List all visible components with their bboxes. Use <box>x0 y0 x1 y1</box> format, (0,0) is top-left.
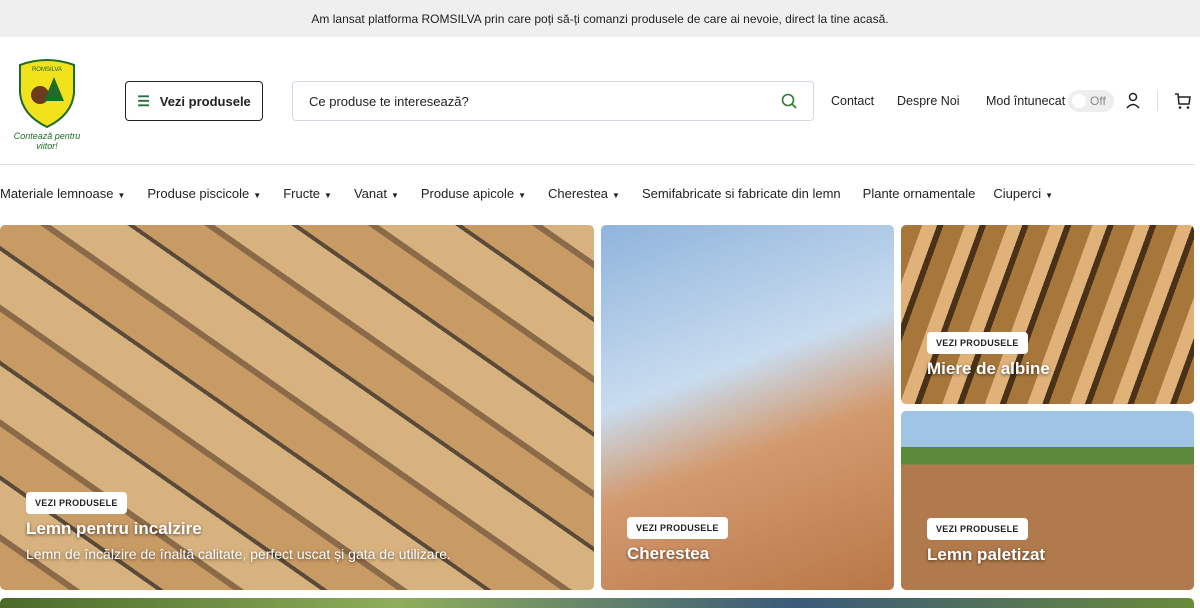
tile-lumber[interactable]: VEZI PRODUSELE Cherestea <box>601 225 894 590</box>
contact-link[interactable]: Contact <box>831 94 874 108</box>
category-fructe[interactable]: Fructe ▼ <box>283 186 332 201</box>
tile-pallet[interactable]: VEZI PRODUSELE Lemn paletizat <box>901 411 1194 590</box>
view-products-button[interactable]: VEZI PRODUSELE <box>927 332 1028 354</box>
caret-down-icon: ▼ <box>117 191 126 200</box>
tile-title: Lemn paletizat <box>927 545 1046 564</box>
view-products-button[interactable]: VEZI PRODUSELE <box>927 518 1028 540</box>
about-link[interactable]: Despre Noi <box>897 94 960 108</box>
category-produse-piscicole[interactable]: Produse piscicole ▼ <box>147 186 261 201</box>
tile-title: Cherestea <box>627 544 710 563</box>
view-products-button[interactable]: ☰ Vezi produsele <box>125 81 263 121</box>
romsilva-shield-icon: ROMSILVA <box>19 59 75 129</box>
category-vanat[interactable]: Vanat ▼ <box>354 186 399 201</box>
category-plante-ornamentale[interactable]: Plante ornamentale <box>863 186 976 201</box>
slogan: Contează pentru viitor! <box>13 131 81 151</box>
category-produse-apicole[interactable]: Produse apicole ▼ <box>421 186 526 201</box>
next-banner-image <box>0 598 1194 608</box>
user-icon[interactable] <box>1125 92 1141 110</box>
view-products-button[interactable]: VEZI PRODUSELE <box>26 492 127 514</box>
divider <box>1157 91 1158 111</box>
toggle-knob <box>1072 94 1086 108</box>
category-semifabricate[interactable]: Semifabricate si fabricate din lemn <box>642 186 841 201</box>
logo[interactable]: ROMSILVA Contează pentru viitor! <box>4 57 90 151</box>
tile-honey[interactable]: VEZI PRODUSELE Miere de albine <box>901 225 1194 404</box>
tile-firewood[interactable]: VEZI PRODUSELE Lemn pentru incalzire Lem… <box>0 225 594 590</box>
caret-down-icon: ▼ <box>1045 191 1054 200</box>
view-products-button[interactable]: VEZI PRODUSELE <box>627 517 728 539</box>
dark-mode-label: Mod întunecat <box>986 94 1066 108</box>
caret-down-icon: ▼ <box>390 191 399 200</box>
tile-subtitle: Lemn de încălzire de înaltă calitate, pe… <box>26 546 451 562</box>
menu-icon: ☰ <box>137 92 150 109</box>
category-nav: Materiale lemnoase ▼ Produse piscicole ▼ F… <box>0 186 1075 201</box>
svg-text:ROMSILVA: ROMSILVA <box>32 67 62 73</box>
dark-mode-toggle[interactable]: Off <box>1068 90 1114 112</box>
tile-title: Lemn pentru incalzire <box>26 519 202 538</box>
search-icon[interactable] <box>781 93 797 109</box>
cart-icon[interactable] <box>1174 92 1192 110</box>
caret-down-icon: ▼ <box>518 191 527 200</box>
tile-title: Miere de albine <box>927 359 1050 378</box>
caret-down-icon: ▼ <box>324 191 332 200</box>
caret-down-icon: ▼ <box>612 191 620 200</box>
announcement-banner: Am lansat platforma ROMSILVA prin care p… <box>0 0 1200 37</box>
caret-down-icon: ▼ <box>253 191 262 200</box>
header: ROMSILVA Contează pentru viitor! ☰ Vezi p… <box>0 37 1194 165</box>
category-ciuperci[interactable]: Ciuperci ▼ <box>993 186 1053 201</box>
category-materiale-lemnoase[interactable]: Materiale lemnoase ▼ <box>0 186 125 201</box>
category-cherestea[interactable]: Cherestea ▼ <box>548 186 620 201</box>
search-input[interactable]: Ce produse te interesează? <box>292 81 814 121</box>
